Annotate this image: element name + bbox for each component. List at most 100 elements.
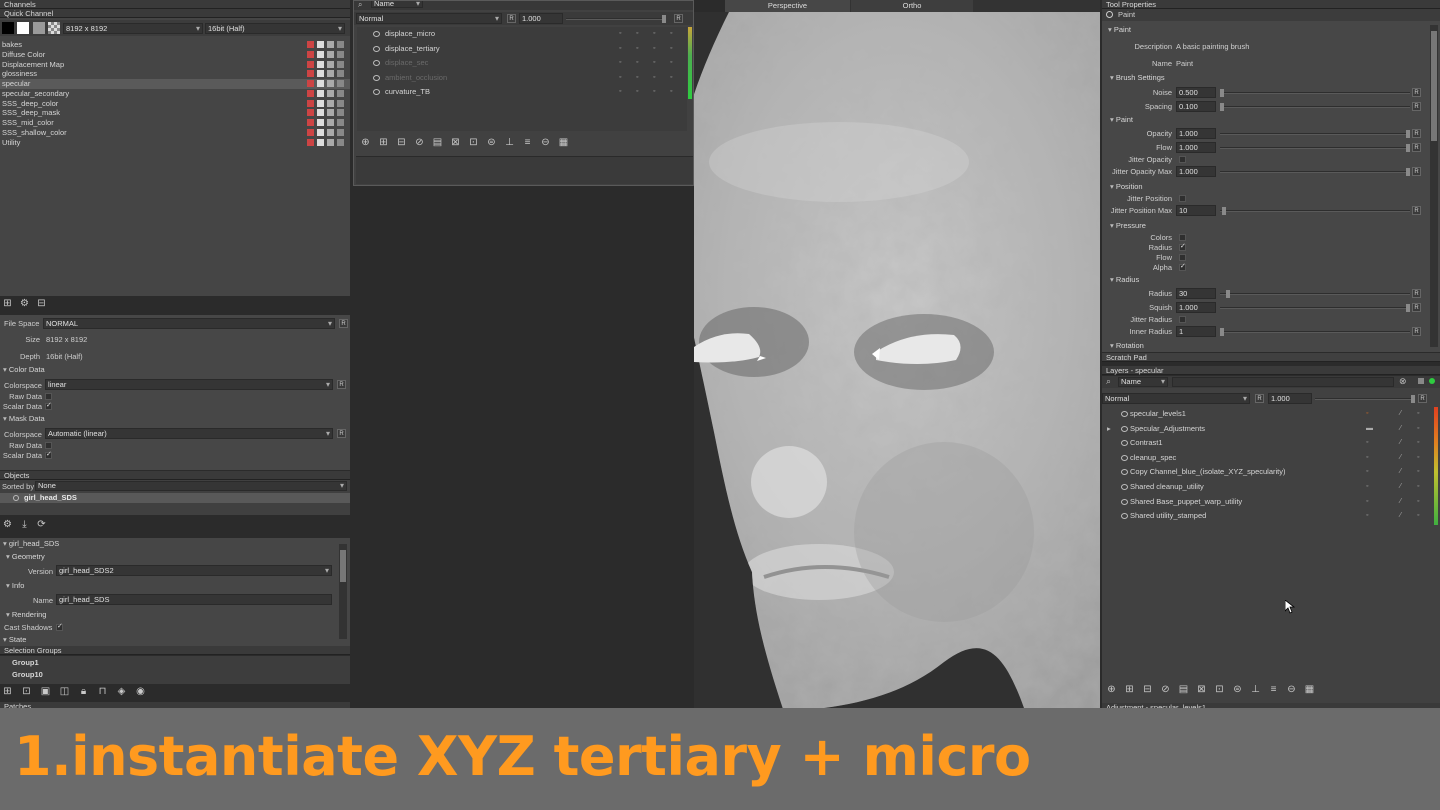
channel-shader-icon[interactable] <box>317 99 324 107</box>
layers-search-input[interactable] <box>1172 377 1394 387</box>
jitter-opacity-max-field[interactable]: 1.000 <box>1176 166 1216 177</box>
mid-layer-row[interactable]: ambient_occlusion ◦ ◦ ◦ ◦ <box>357 71 687 86</box>
add-fill-icon[interactable]: ⊜ <box>486 138 497 148</box>
mid-blend-select[interactable]: Normal <box>356 13 502 24</box>
add-adjust-icon[interactable]: ⊟ <box>396 138 407 148</box>
object-props-title[interactable]: girl_head_SDS <box>0 539 350 549</box>
state-section[interactable]: State <box>0 635 350 645</box>
rotation-section[interactable]: Rotation <box>1107 341 1440 351</box>
delete-layer-icon[interactable]: ⊖ <box>540 138 551 148</box>
channel-visibility-icon[interactable] <box>337 128 344 136</box>
layer-brush-icon[interactable]: ⁄ <box>1400 498 1407 505</box>
layer-type-icon[interactable]: ◦ <box>619 74 626 81</box>
jitter-opacity-checkbox[interactable] <box>1179 156 1186 163</box>
layer-brush-icon[interactable]: ⁄ <box>1400 512 1407 519</box>
jitter-opacity-max-slider[interactable] <box>1220 168 1410 176</box>
layer-type-icon[interactable]: ◦ <box>619 59 626 66</box>
channel-list-icon[interactable] <box>327 89 334 97</box>
layer-type-icon[interactable]: ◦ <box>1366 468 1373 475</box>
info-section[interactable]: Info <box>3 581 350 591</box>
channel-shader-icon[interactable] <box>317 41 324 48</box>
layers-blend-select[interactable]: Normal <box>1102 393 1250 404</box>
raw-data-checkbox[interactable] <box>45 393 52 400</box>
channel-list-icon[interactable] <box>327 41 334 48</box>
tab-ortho[interactable]: Ortho <box>851 0 973 12</box>
noise-reset[interactable]: R <box>1412 88 1421 97</box>
channel-visibility-icon[interactable] <box>337 89 344 97</box>
layers-search-icon[interactable]: ⌕ <box>1106 376 1111 387</box>
channel-visibility-icon[interactable] <box>337 119 344 126</box>
sel-add-icon[interactable]: ⊞ <box>2 687 13 697</box>
channel-list-icon[interactable] <box>327 109 334 117</box>
layer-link-icon[interactable] <box>1383 498 1390 505</box>
mid-layer-row[interactable]: displace_micro ◦ ◦ ◦ ◦ <box>357 27 687 42</box>
scratch-pad-header[interactable]: Scratch Pad <box>1102 353 1440 362</box>
channel-shader-icon[interactable] <box>317 119 324 126</box>
cast-shadows-checkbox[interactable] <box>56 622 63 631</box>
jitter-position-max-slider[interactable] <box>1220 207 1410 215</box>
search-icon[interactable]: ⌕ <box>358 1 362 10</box>
layer-link-icon[interactable] <box>1383 425 1390 432</box>
layer-link-icon[interactable] <box>1383 410 1390 417</box>
channel-visibility-icon[interactable] <box>337 109 344 117</box>
layer-link-icon[interactable] <box>1383 454 1390 461</box>
layer-visibility-icon[interactable]: ◦ <box>1417 468 1424 475</box>
add-channel-icon[interactable]: ⊞ <box>2 299 13 309</box>
layer-visibility-icon[interactable]: ◦ <box>670 59 677 66</box>
channel-item[interactable]: glossiness <box>0 69 350 79</box>
eye-icon[interactable] <box>1121 484 1128 490</box>
channel-lock-icon[interactable] <box>307 109 314 117</box>
squish-slider[interactable] <box>1220 304 1410 312</box>
jitter-position-max-field[interactable]: 10 <box>1176 205 1216 216</box>
layer-row[interactable]: specular_levels1 ◦ ⁄ ◦ <box>1102 407 1434 422</box>
channel-item[interactable]: SSS_mid_color <box>0 118 350 128</box>
layer-type-icon[interactable]: ◦ <box>1366 439 1373 446</box>
squish-field[interactable]: 1.000 <box>1176 302 1216 313</box>
colorspace-reset[interactable]: R <box>337 380 346 389</box>
mid-name-filter[interactable]: Name <box>371 1 423 8</box>
expand-arrow-icon[interactable]: ▸ <box>1107 422 1111 437</box>
alpha-checkbox[interactable] <box>1179 262 1186 271</box>
mask-colorspace-select[interactable]: Automatic (linear) <box>45 428 333 439</box>
channel-list-icon[interactable] <box>327 70 334 78</box>
jitter-position-max-reset[interactable]: R <box>1412 206 1421 215</box>
layer-row[interactable]: Shared utility_stamped ◦ ⁄ ◦ <box>1102 509 1434 524</box>
mid-opacity-reset[interactable]: R <box>674 14 683 23</box>
add-shared-icon[interactable]: ⊠ <box>450 138 461 148</box>
channel-lock-icon[interactable] <box>307 41 314 48</box>
channel-item[interactable]: Utility <box>0 138 350 148</box>
layer-brush-icon[interactable]: ⁄ <box>1400 439 1407 446</box>
channel-list-icon[interactable] <box>327 128 334 136</box>
add-group-icon[interactable]: ⊞ <box>378 138 389 148</box>
eye-icon[interactable] <box>373 45 380 52</box>
opacity-reset[interactable]: R <box>1412 129 1421 138</box>
add-procedural-icon[interactable]: ⊘ <box>414 138 425 148</box>
channel-item[interactable]: SSS_deep_mask <box>0 108 350 118</box>
sel-select-icon[interactable]: ▣ <box>40 687 51 697</box>
layer-type-icon[interactable]: ◦ <box>1366 498 1373 505</box>
radius-section[interactable]: Radius <box>1107 275 1440 285</box>
mask-colorspace-reset[interactable]: R <box>337 429 346 438</box>
layer-brush-icon[interactable]: ◦ <box>653 59 660 66</box>
flow-field[interactable]: 1.000 <box>1176 142 1216 153</box>
layer-visibility-icon[interactable]: ◦ <box>1417 439 1424 446</box>
eye-icon[interactable] <box>1121 454 1128 461</box>
layers-stack-icon[interactable]: ◈ <box>116 687 127 697</box>
spacing-reset[interactable]: R <box>1412 102 1421 111</box>
eye-icon[interactable] <box>1121 498 1128 505</box>
layer-group-icon[interactable]: ⊞ <box>1124 685 1135 695</box>
tool-props-scrollbar[interactable] <box>1430 25 1438 347</box>
layers-opacity-slider[interactable] <box>1315 395 1415 403</box>
channel-lock-icon[interactable] <box>307 80 314 87</box>
layer-link-icon[interactable]: ◦ <box>636 30 643 37</box>
layer-link-icon[interactable] <box>1383 483 1390 490</box>
merge-icon[interactable]: ≡ <box>522 138 533 148</box>
channel-item[interactable]: SSS_deep_color <box>0 99 350 109</box>
channel-shader-icon[interactable] <box>317 138 324 146</box>
flow-slider[interactable] <box>1220 144 1410 152</box>
layer-brush-icon[interactable]: ◦ <box>653 30 660 37</box>
channel-item[interactable]: Displacement Map <box>0 60 350 70</box>
layer-row[interactable]: cleanup_spec ◦ ⁄ ◦ <box>1102 451 1434 466</box>
radius-slider[interactable] <box>1220 290 1410 298</box>
add-paint-icon[interactable]: ⊡ <box>468 138 479 148</box>
